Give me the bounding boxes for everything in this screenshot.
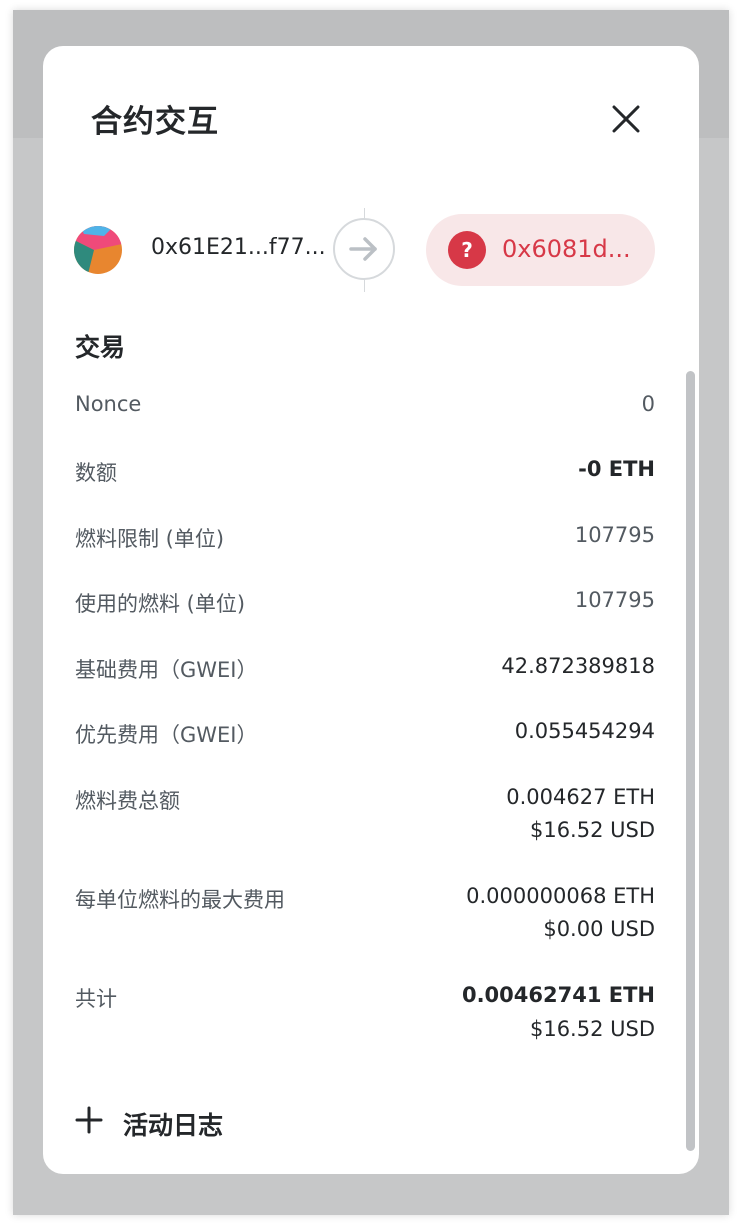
close-button[interactable] (609, 102, 643, 136)
transaction-details-modal: 合约交互 0x61E21...f77... ? 0x6081d... 交易 No… (43, 46, 699, 1174)
max-fee-per-gas-fiat: $0.00 USD (543, 917, 655, 941)
section-title: 交易 (75, 333, 126, 362)
sender-avatar (74, 226, 122, 274)
total-gas-fee-label: 燃料费总额 (75, 789, 180, 813)
gas-limit-label: 燃料限制 (单位) (75, 527, 225, 551)
scrollbar[interactable] (686, 371, 695, 1151)
gas-used-value: 107795 (574, 588, 655, 612)
total-label: 共计 (75, 987, 117, 1011)
modal-title: 合约交互 (91, 104, 219, 140)
base-fee-value: 42.872389818 (501, 654, 655, 678)
priority-fee-value: 0.055454294 (514, 719, 655, 743)
total-gas-fee-value: 0.004627 ETH (506, 785, 655, 809)
nonce-value: 0 (641, 392, 655, 416)
recipient-address: 0x6081d... (502, 235, 631, 263)
arrow-right-icon (349, 237, 377, 261)
plus-icon (75, 1106, 103, 1134)
max-fee-per-gas-label: 每单位燃料的最大费用 (75, 888, 285, 912)
max-fee-per-gas-value: 0.000000068 ETH (466, 884, 655, 908)
recipient-pill[interactable]: ? 0x6081d... (426, 214, 655, 286)
nonce-label: Nonce (75, 392, 142, 416)
sender-recipient-row: 0x61E21...f77... ? 0x6081d... (43, 208, 699, 292)
question-icon: ? (448, 231, 486, 269)
close-icon (612, 105, 640, 133)
total-fiat: $16.52 USD (529, 1017, 655, 1041)
amount-value: -0 ETH (578, 457, 655, 481)
total-gas-fee-fiat: $16.52 USD (529, 818, 655, 842)
gas-used-label: 使用的燃料 (单位) (75, 592, 246, 616)
sender-address[interactable]: 0x61E21...f77... (151, 235, 326, 260)
amount-label: 数额 (75, 461, 117, 485)
direction-indicator (333, 218, 395, 280)
total-value: 0.00462741 ETH (461, 983, 655, 1007)
base-fee-label: 基础费用（GWEI） (75, 658, 258, 682)
activity-log-label: 活动日志 (123, 1111, 224, 1140)
priority-fee-label: 优先费用（GWEI） (75, 723, 258, 747)
gas-limit-value: 107795 (574, 523, 655, 547)
